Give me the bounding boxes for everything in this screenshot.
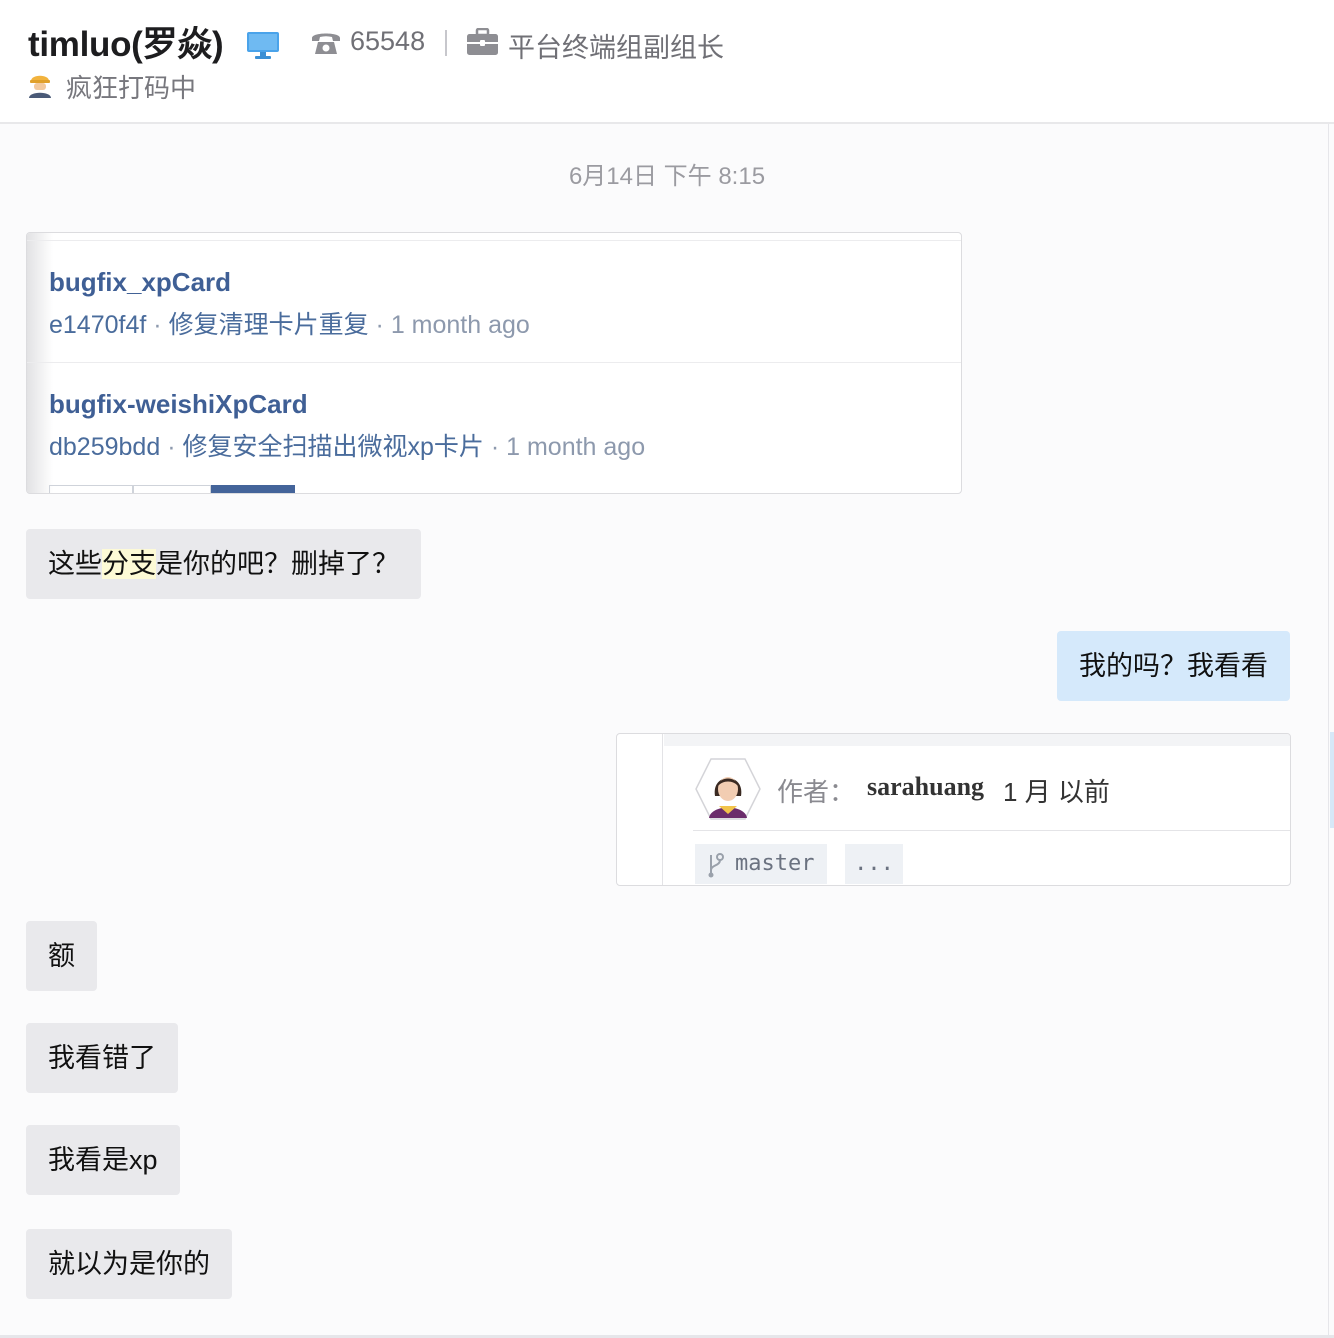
briefcase-icon: [467, 28, 498, 55]
message-text: 是你的吧？删掉了？: [156, 549, 399, 579]
commit-card[interactable]: 作者： sarahuang 1 月 以前 master ...: [616, 733, 1291, 886]
card-divider: [693, 830, 1290, 831]
branch-name-link[interactable]: bugfix-weishiXpCard: [49, 389, 308, 420]
meta-separator: ·: [375, 311, 384, 339]
search-highlight: 分支: [102, 549, 156, 579]
card-tab-active[interactable]: [211, 485, 295, 493]
card-tab[interactable]: [49, 485, 133, 493]
worker-icon: [29, 75, 51, 98]
commit-message: 修复清理卡片重复: [168, 311, 369, 339]
meta-separator: ·: [490, 433, 500, 461]
commit-hash[interactable]: db259bdd: [49, 433, 160, 461]
author-label: 作者：: [777, 777, 856, 807]
job-title: 平台终端组副组长: [508, 33, 724, 63]
commit-time: 1 month ago: [506, 433, 646, 461]
author-name[interactable]: sarahuang: [867, 772, 984, 802]
card-tab[interactable]: [133, 485, 211, 493]
commit-time: 1 month ago: [390, 311, 530, 339]
header-divider: [445, 30, 447, 56]
message-list[interactable]: 6月14日 下午 8:15 bugfix_xpCard e1470f4f · 修…: [0, 124, 1334, 1338]
phone-extension: 65548: [350, 26, 426, 56]
incoming-message[interactable]: 就以为是你的: [26, 1229, 232, 1299]
phone-icon: [312, 33, 340, 54]
more-button[interactable]: ...: [845, 844, 903, 884]
outgoing-message[interactable]: 我的吗？我看看: [1057, 631, 1290, 701]
branch-chip-label: master: [735, 851, 815, 876]
monitor-icon: [247, 32, 279, 59]
branch-commit-meta: e1470f4f · 修复清理卡片重复 · 1 month ago: [49, 305, 530, 341]
chat-header: timluo(罗焱) 65548 平台终端组副组长 疯狂打码中: [0, 0, 1334, 124]
author-avatar[interactable]: [695, 758, 761, 820]
message-text: 这些: [48, 549, 102, 579]
card-gutter: [662, 734, 663, 885]
incoming-message[interactable]: 我看是xp: [26, 1125, 180, 1195]
branch-list-card[interactable]: bugfix_xpCard e1470f4f · 修复清理卡片重复 · 1 mo…: [26, 232, 962, 494]
branch-name-link[interactable]: bugfix_xpCard: [49, 267, 231, 298]
card-divider: [27, 240, 961, 241]
commit-hash[interactable]: e1470f4f: [49, 311, 146, 339]
branch-commit-meta: db259bdd · 修复安全扫描出微视xp卡片 · 1 month ago: [49, 427, 645, 463]
card-top-bar: [664, 734, 1290, 746]
branch-chip[interactable]: master: [695, 844, 827, 884]
status-text: 疯狂打码中: [66, 73, 197, 103]
commit-relative-time: 1 月 以前: [1003, 777, 1110, 807]
commit-message: 修复安全扫描出微视xp卡片: [182, 433, 484, 461]
incoming-message[interactable]: 额: [26, 921, 97, 991]
meta-separator: ·: [153, 311, 162, 339]
scrollbar-thumb[interactable]: [1330, 732, 1334, 828]
message-timestamp: 6月14日 下午 8:15: [568, 163, 766, 190]
incoming-message[interactable]: 我看错了: [26, 1023, 178, 1093]
git-branch-icon: [708, 853, 724, 878]
contact-name[interactable]: timluo(罗焱): [28, 16, 224, 67]
card-tab-strip: [49, 485, 295, 493]
meta-separator: ·: [167, 433, 176, 461]
scroll-track: [1328, 124, 1329, 1336]
card-divider: [27, 362, 961, 363]
incoming-message[interactable]: 这些分支是你的吧？删掉了？: [26, 529, 421, 599]
